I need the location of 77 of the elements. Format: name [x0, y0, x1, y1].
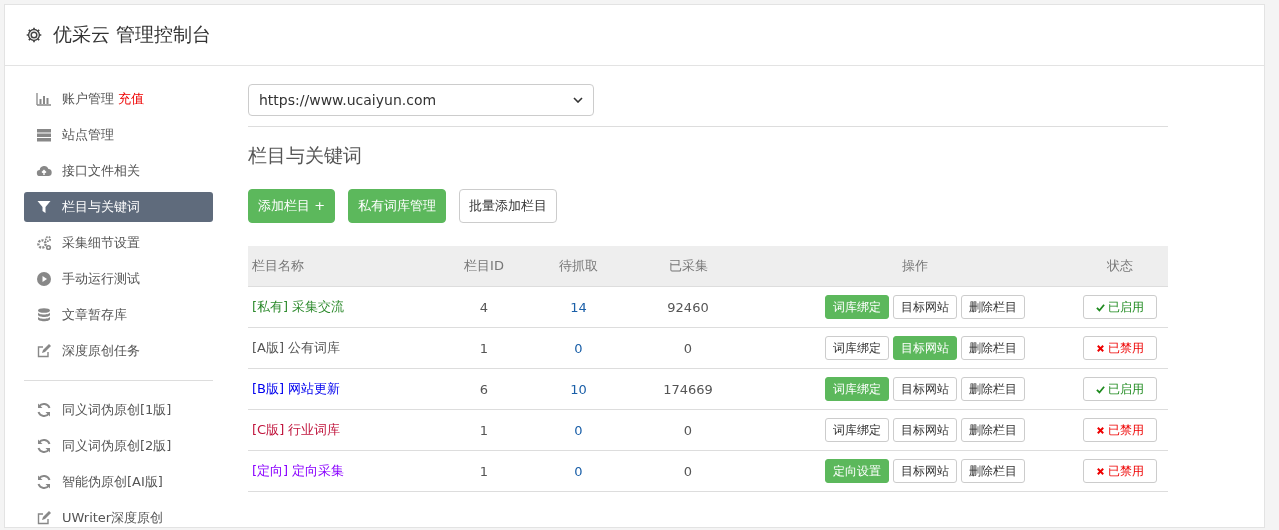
server-icon — [36, 127, 52, 143]
table-cell: 0 — [540, 409, 617, 451]
table-cell: [C版] 行业词库 — [248, 409, 428, 451]
sidebar-item[interactable]: 栏目与关键词 — [24, 192, 213, 222]
column-header: 栏目名称 — [248, 246, 428, 287]
console-title: 优采云 管理控制台 — [53, 22, 212, 47]
action-button[interactable]: 目标网站 — [893, 459, 957, 483]
recharge-link[interactable]: 充值 — [118, 90, 144, 108]
column-header: 状态 — [1071, 246, 1168, 287]
sidebar-item[interactable]: 接口文件相关 — [24, 156, 213, 186]
table-cell: 92460 — [617, 286, 759, 328]
column-header: 待抓取 — [540, 246, 617, 287]
edit-icon — [36, 510, 52, 526]
status-button[interactable]: 已禁用 — [1082, 459, 1157, 483]
status-button[interactable]: 已禁用 — [1082, 336, 1157, 360]
sidebar-item[interactable]: 文章暂存库 — [24, 300, 213, 330]
sidebar-item[interactable]: 深度原创任务 — [24, 336, 213, 366]
table-cell: 0 — [617, 450, 759, 492]
sidebar-item[interactable]: 智能伪原创[AI版] — [24, 467, 213, 497]
toolbar-button[interactable]: 批量添加栏目 — [459, 189, 558, 223]
table-cell: 1 — [428, 327, 540, 369]
filter-icon — [36, 199, 52, 215]
table-cell: 174669 — [617, 368, 759, 410]
table-cell: 0 — [540, 327, 617, 369]
action-button[interactable]: 删除栏目 — [961, 377, 1025, 401]
sidebar-item[interactable]: 站点管理 — [24, 120, 213, 150]
table-cell: 10 — [540, 368, 617, 410]
action-button[interactable]: 删除栏目 — [961, 295, 1025, 319]
column-header: 栏目ID — [428, 246, 540, 287]
table-cell: 0 — [617, 327, 759, 369]
table-cell: 0 — [617, 409, 759, 451]
cloud-upload-icon — [36, 163, 52, 179]
action-button[interactable]: 删除栏目 — [961, 336, 1025, 360]
table-cell: 0 — [540, 450, 617, 492]
table-cell: 1 — [428, 450, 540, 492]
table-cell: [定向] 定向采集 — [248, 450, 428, 492]
action-button[interactable]: 删除栏目 — [961, 459, 1025, 483]
check-icon — [1095, 302, 1105, 312]
refresh-icon — [36, 438, 52, 454]
play-icon — [36, 271, 52, 287]
cross-icon — [1095, 343, 1105, 353]
table-cell: 14 — [540, 286, 617, 328]
status-button[interactable]: 已启用 — [1082, 377, 1157, 401]
action-button[interactable]: 删除栏目 — [961, 418, 1025, 442]
column-header: 操作 — [759, 246, 1071, 287]
action-button[interactable]: 目标网站 — [893, 295, 957, 319]
section-title: 栏目与关键词 — [248, 143, 363, 168]
column-header: 已采集 — [617, 246, 759, 287]
table-cell: [B版] 网站更新 — [248, 368, 428, 410]
refresh-icon — [36, 474, 52, 490]
table-cell: [A版] 公有词库 — [248, 327, 428, 369]
table-cell: 1 — [428, 409, 540, 451]
caret-icon — [573, 97, 583, 103]
sidebar-item[interactable]: 手动运行测试 — [24, 264, 213, 294]
gear-icon — [25, 26, 43, 44]
action-button[interactable]: 目标网站 — [893, 418, 957, 442]
sidebar-item[interactable]: UWriter深度原创 — [24, 503, 213, 527]
table-cell: 4 — [428, 286, 540, 328]
table-cell: [私有] 采集交流 — [248, 286, 428, 328]
bar-chart-icon — [36, 91, 52, 107]
action-button[interactable]: 目标网站 — [893, 377, 957, 401]
action-button[interactable]: 词库绑定 — [825, 336, 889, 360]
sidebar-item[interactable]: 同义词伪原创[2版] — [24, 431, 213, 461]
cross-icon — [1095, 466, 1105, 476]
status-button[interactable]: 已禁用 — [1082, 418, 1157, 442]
check-icon — [1095, 384, 1105, 394]
action-button[interactable]: 词库绑定 — [825, 418, 889, 442]
sidebar-item[interactable]: 采集细节设置 — [24, 228, 213, 258]
refresh-icon — [36, 402, 52, 418]
site-select[interactable]: https://www.ucaiyun.com — [248, 84, 594, 116]
sidebar-item[interactable]: 账户管理 充值 — [24, 84, 213, 114]
database-icon — [36, 307, 52, 323]
sidebar-item[interactable]: 同义词伪原创[1版] — [24, 395, 213, 425]
edit-icon — [36, 343, 52, 359]
table-cell: 6 — [428, 368, 540, 410]
status-button[interactable]: 已启用 — [1082, 295, 1157, 319]
cross-icon — [1095, 425, 1105, 435]
